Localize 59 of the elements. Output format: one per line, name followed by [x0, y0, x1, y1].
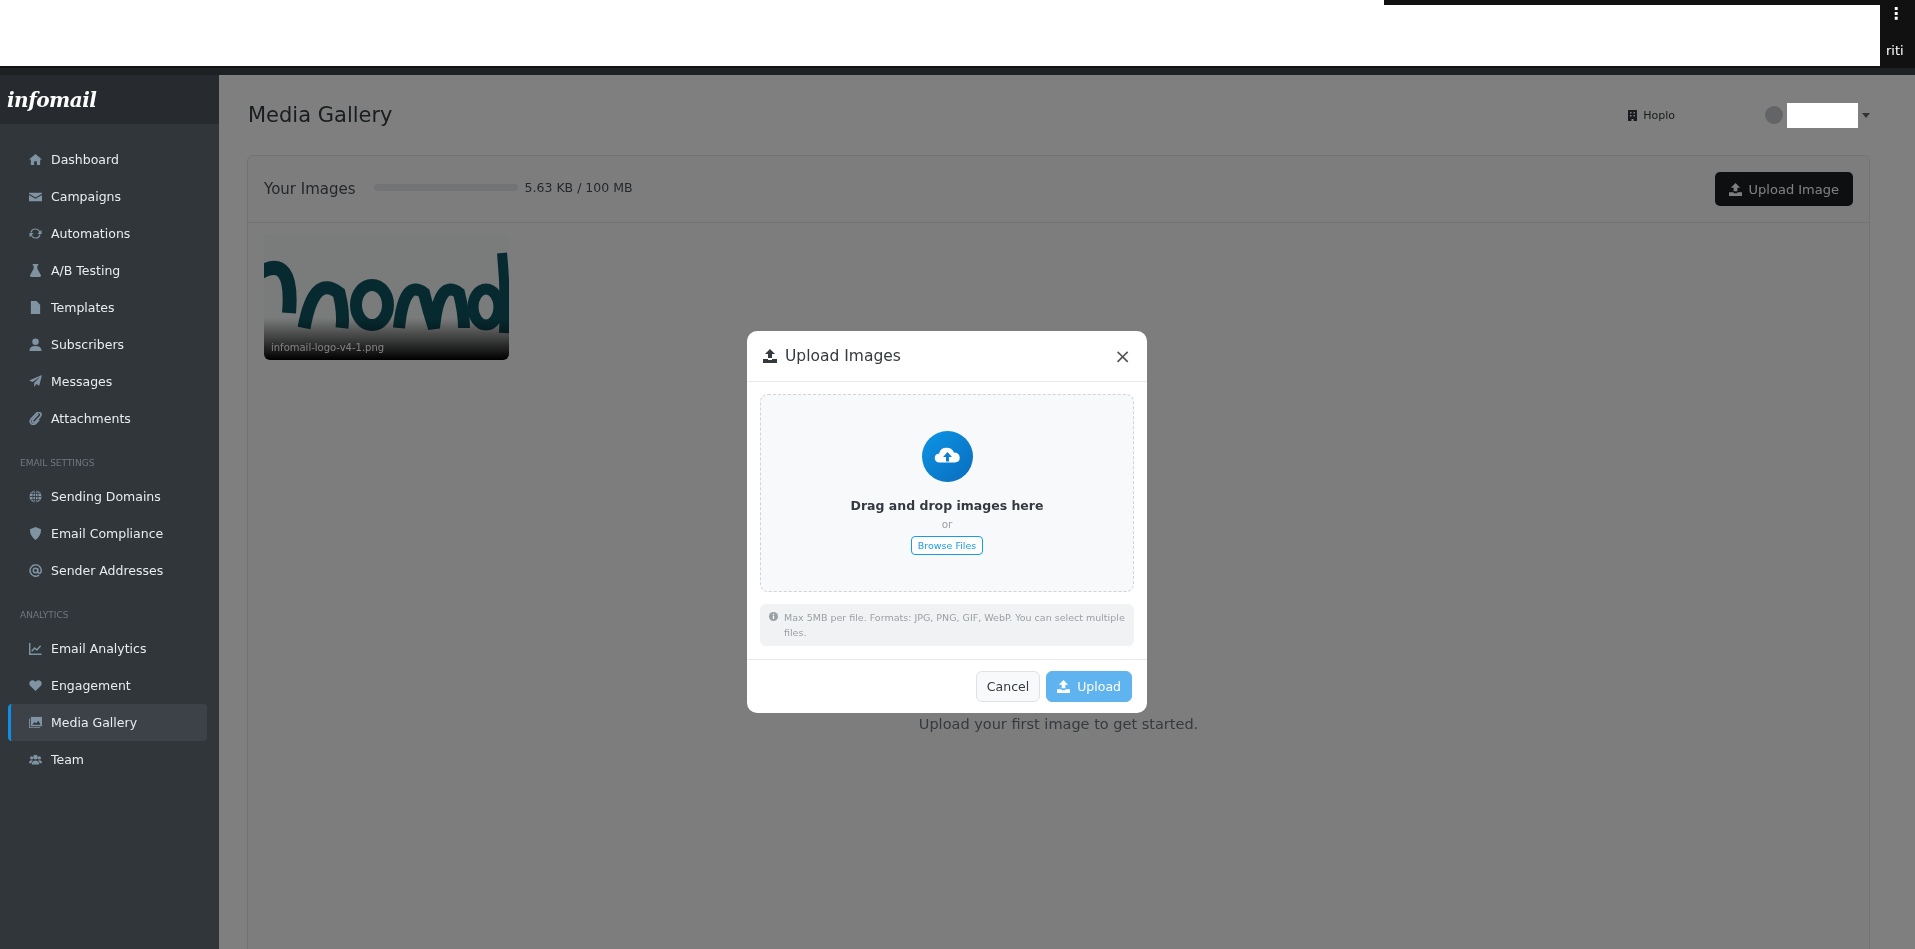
drop-zone-heading: Drag and drop images here	[850, 498, 1044, 513]
cancel-button[interactable]: Cancel	[975, 671, 1041, 702]
document-icon	[29, 301, 42, 314]
section-heading: ANALYTICS	[19, 609, 70, 622]
envelope-icon	[29, 190, 42, 203]
empty-state-text: Upload your first image to get started.	[918, 716, 1199, 732]
sidebar-item[interactable]: Automations	[8, 215, 207, 252]
info-icon	[769, 612, 778, 621]
sidebar-item[interactable]: Campaigns	[8, 178, 207, 215]
section-heading: EMAIL SETTINGS	[19, 457, 96, 470]
separator-text: or	[941, 518, 953, 530]
sidebar-item[interactable]: Engagement	[8, 667, 207, 704]
sidebar-item[interactable]: A/B Testing	[8, 252, 207, 289]
drop-zone[interactable]: Drag and drop images here or Browse Files	[760, 394, 1134, 592]
sidebar-item[interactable]: Dashboard	[8, 141, 207, 178]
cloud-upload-icon	[921, 431, 973, 482]
line-chart-icon	[29, 642, 42, 655]
info-text: Max 5MB per file. Formats: JPG, PNG, GIF, WebP. You can select multiple files.	[784, 611, 1125, 640]
sidebar-item[interactable]: Sending Domains	[8, 478, 207, 515]
close-button[interactable]: ×	[1112, 346, 1133, 366]
at-sign-icon	[29, 564, 42, 577]
sidebar-item[interactable]: Email Compliance	[8, 515, 207, 552]
storage-reading: 5.63 KB / 100 MB	[524, 179, 634, 195]
sidebar-item[interactable]: Attachments	[8, 400, 207, 437]
sidebar-item[interactable]: Media Gallery	[8, 704, 207, 741]
heart-icon	[29, 679, 42, 692]
sidebar-item[interactable]: Sender Addresses	[8, 552, 207, 589]
upload-icon	[1728, 182, 1742, 196]
image-filename: infomail-logo-v4-1.png	[271, 342, 385, 353]
sidebar-item[interactable]: Templates	[8, 289, 207, 326]
shield-icon	[29, 527, 42, 540]
logo[interactable]: infomail	[7, 87, 97, 112]
sidebar-item[interactable]: Team	[8, 741, 207, 778]
flask-icon	[29, 264, 42, 277]
avatar[interactable]	[1765, 106, 1783, 124]
page-title: Media Gallery	[248, 103, 394, 127]
building-icon	[1628, 109, 1638, 121]
upload-image-button[interactable]: Upload Image	[1714, 172, 1853, 206]
caret-icon	[1862, 112, 1870, 118]
image-thumbnail[interactable]: infomail-logo-v4-1.png	[264, 233, 509, 360]
sidebar-item[interactable]: Messages	[8, 363, 207, 400]
paper-plane-icon	[29, 375, 42, 388]
image-icon	[29, 716, 42, 729]
sidebar-item[interactable]: Email Analytics	[8, 630, 207, 667]
refresh-icon	[29, 227, 42, 240]
redacted-box	[1787, 102, 1858, 128]
user-icon	[29, 338, 42, 351]
kebab-menu-icon[interactable]: ⋮	[1888, 5, 1904, 23]
sidebar-item[interactable]: Subscribers	[8, 326, 207, 363]
dialog-title: Upload Images	[785, 347, 902, 365]
card-title: Your Images	[264, 180, 356, 198]
paperclip-icon	[29, 412, 42, 425]
home-icon	[29, 153, 42, 166]
upload-icon	[763, 349, 777, 363]
upload-icon	[1057, 680, 1071, 693]
clipped-label: riti	[1886, 43, 1904, 58]
globe-icon	[29, 490, 42, 503]
organization-switcher[interactable]: Hoplo	[1628, 108, 1675, 122]
users-icon	[29, 753, 42, 766]
